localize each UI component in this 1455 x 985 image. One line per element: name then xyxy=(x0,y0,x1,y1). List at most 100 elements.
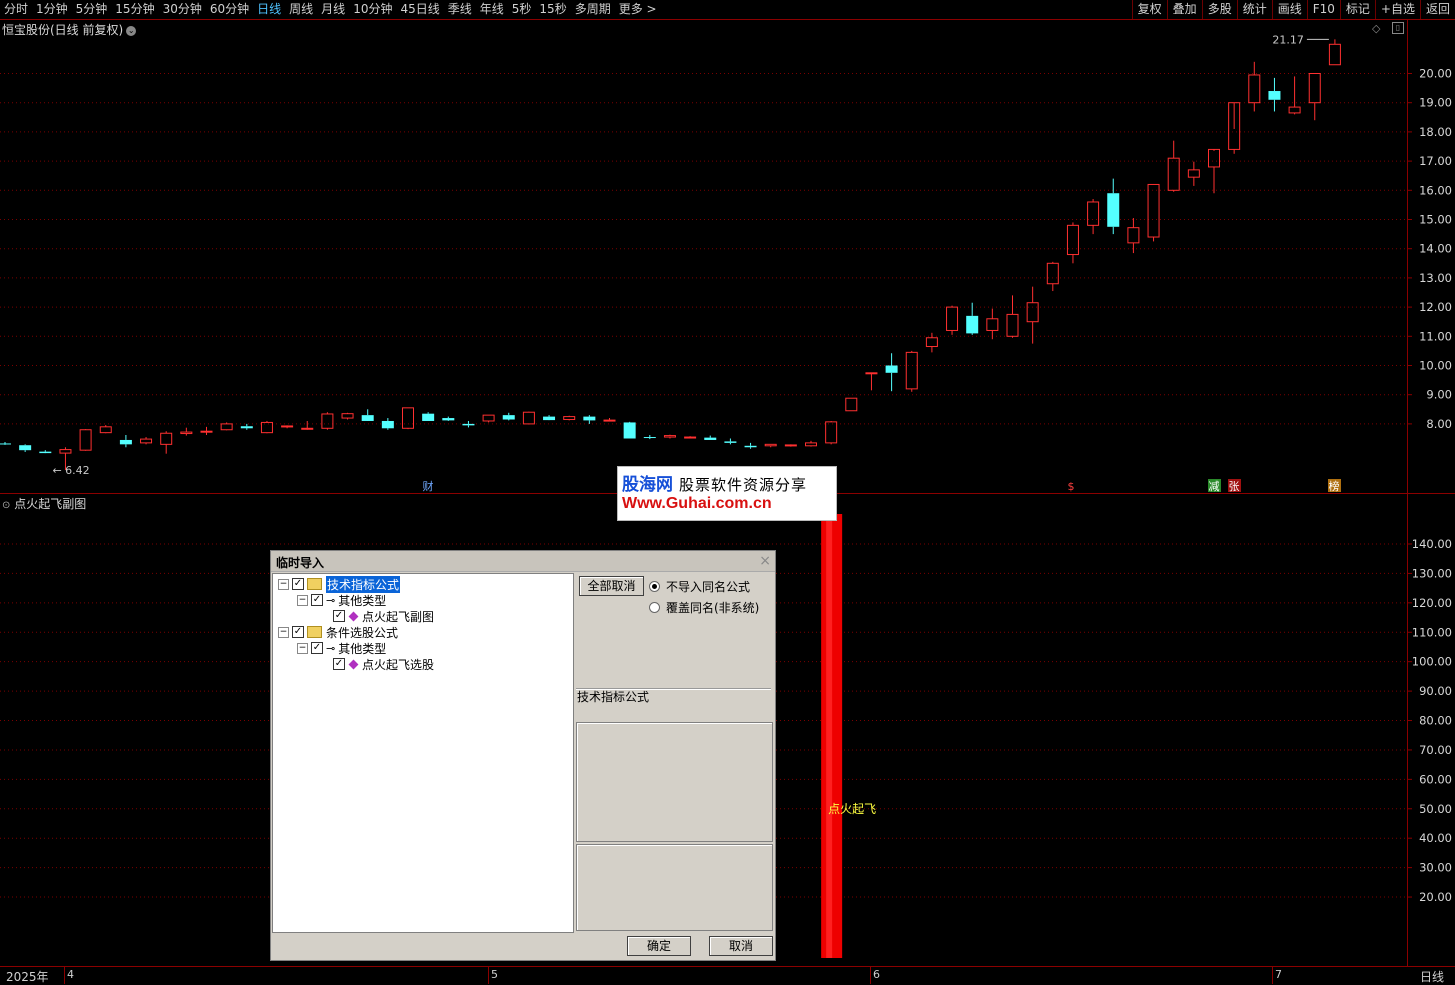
tab-period-7[interactable]: 周线 xyxy=(285,0,317,19)
tree-node-selection-formulas[interactable]: − ✓ 条件选股公式 xyxy=(278,624,398,640)
event-marker-4: 榜 xyxy=(1329,479,1340,493)
tab-period-10[interactable]: 45日线 xyxy=(396,0,443,19)
tab-period-14[interactable]: 15秒 xyxy=(535,0,570,19)
toolbar-button-2[interactable]: 多股 xyxy=(1201,0,1237,19)
candle-body-up xyxy=(1248,74,1261,104)
candle-body-up xyxy=(603,419,616,422)
tab-period-2[interactable]: 5分钟 xyxy=(72,0,112,19)
signal-label: 点火起飞 xyxy=(828,802,876,816)
candle-body-up xyxy=(402,407,414,429)
y-axis-label: 15.00 xyxy=(1419,213,1452,227)
close-icon[interactable]: × xyxy=(759,553,771,569)
checkbox[interactable]: ✓ xyxy=(333,610,345,622)
candle-body-up xyxy=(522,411,535,425)
period-indicator[interactable]: 日线 xyxy=(1420,968,1444,985)
y-axis-label: 13.00 xyxy=(1419,271,1452,285)
tab-period-15[interactable]: 多周期 xyxy=(571,0,615,19)
checkbox[interactable]: ✓ xyxy=(292,578,304,590)
candle-body-up xyxy=(1288,106,1301,114)
tab-period-0[interactable]: 分时 xyxy=(0,0,32,19)
toolbar-button-4[interactable]: 画线 xyxy=(1271,0,1307,19)
collapse-icon[interactable]: − xyxy=(297,642,308,654)
checkbox[interactable]: ✓ xyxy=(333,658,345,670)
toolbar-button-3[interactable]: 统计 xyxy=(1236,0,1272,19)
tree-node-formula-selection[interactable]: ✓ 点火起飞选股 xyxy=(333,656,434,672)
tab-period-6[interactable]: 日线 xyxy=(253,0,285,19)
y-axis-label: 14.00 xyxy=(1419,242,1452,256)
tree-node-other-type[interactable]: − ✓ ⊸ 其他类型 xyxy=(297,640,386,656)
candle-body-down xyxy=(724,441,737,443)
tab-period-13[interactable]: 5秒 xyxy=(508,0,536,19)
y-axis-label: 100.00 xyxy=(1412,655,1452,669)
candlestick-chart[interactable]: 20.00 19.00 18.00 17.00 16.00 15.00 14.00 13.00… xyxy=(0,19,1455,494)
toolbar-button-8[interactable]: 返回 xyxy=(1419,0,1455,19)
tab-period-1[interactable]: 1分钟 xyxy=(32,0,72,19)
radio-selected-icon[interactable] xyxy=(649,581,660,592)
tree-node-label: 点火起飞副图 xyxy=(362,609,435,624)
candle-body-up xyxy=(1026,302,1039,323)
dialog-titlebar[interactable]: 临时导入 × xyxy=(271,551,775,572)
x-axis-month-6: 6 xyxy=(873,968,880,981)
ok-button[interactable]: 确定 xyxy=(627,936,691,956)
collapse-icon[interactable]: − xyxy=(297,594,308,606)
tab-period-8[interactable]: 月线 xyxy=(317,0,349,19)
y-axis-label: 130.00 xyxy=(1412,566,1452,580)
event-marker-1: $ xyxy=(1068,480,1075,493)
checkbox[interactable]: ✓ xyxy=(292,626,304,638)
collapse-icon[interactable]: − xyxy=(278,626,289,638)
cancel-button[interactable]: 取消 xyxy=(709,936,773,956)
x-axis: 2025年 4 5 6 7 日线 xyxy=(0,966,1455,984)
toolbar-button-1[interactable]: 叠加 xyxy=(1166,0,1202,19)
x-axis-tick xyxy=(1272,967,1273,984)
y-axis-label: 19.00 xyxy=(1419,96,1452,110)
collapse-icon[interactable]: − xyxy=(278,578,289,590)
tab-period-3[interactable]: 15分钟 xyxy=(111,0,158,19)
key-icon: ⊸ xyxy=(326,593,336,607)
candle-body-up xyxy=(663,435,676,438)
y-axis-label: 9.00 xyxy=(1426,388,1452,402)
radio-icon[interactable] xyxy=(649,602,660,613)
toolbar-button-7[interactable]: +自选 xyxy=(1374,0,1420,19)
toolbar-button-0[interactable]: 复权 xyxy=(1131,0,1167,19)
y-axis-label: 140.00 xyxy=(1412,537,1452,551)
x-axis-month-7: 7 xyxy=(1275,968,1282,981)
tab-period-12[interactable]: 年线 xyxy=(476,0,508,19)
y-axis-label: 70.00 xyxy=(1419,743,1452,757)
x-axis-tick xyxy=(488,967,489,984)
candle-body-down xyxy=(744,445,757,448)
cancel-all-button[interactable]: 全部取消 xyxy=(579,576,644,596)
tab-period-11[interactable]: 季线 xyxy=(444,0,476,19)
toolbar-button-6[interactable]: 标记 xyxy=(1339,0,1375,19)
tree-node-formula-subchart[interactable]: ✓ 点火起飞副图 xyxy=(333,608,434,624)
candle-body-up xyxy=(805,442,817,447)
tab-period-9[interactable]: 10分钟 xyxy=(349,0,396,19)
checkbox[interactable]: ✓ xyxy=(311,594,323,606)
tab-period-5[interactable]: 60分钟 xyxy=(206,0,253,19)
tab-period-16[interactable]: 更多 > xyxy=(615,0,661,19)
y-axis-label: 120.00 xyxy=(1412,596,1452,610)
candle-body-up xyxy=(341,413,354,419)
candle-body-up xyxy=(1208,148,1220,168)
radio-overwrite[interactable]: 覆盖同名(非系统) xyxy=(649,599,759,616)
candle-body-down xyxy=(422,413,435,421)
candle-body-up xyxy=(1167,157,1180,191)
tree-node-tech-formulas[interactable]: − ✓ 技术指标公式 xyxy=(278,575,401,593)
tab-period-4[interactable]: 30分钟 xyxy=(159,0,206,19)
toolbar-button-5[interactable]: F10 xyxy=(1306,0,1340,19)
event-marker-2: 减 xyxy=(1209,480,1220,493)
candle-body-down xyxy=(704,437,717,440)
candle-body-up xyxy=(1006,313,1019,337)
tree-node-other-type[interactable]: − ✓ ⊸ 其他类型 xyxy=(297,592,386,608)
info-panel xyxy=(576,722,773,842)
candle-body-down xyxy=(381,420,394,429)
candle-body-up xyxy=(321,413,334,429)
candle-body-up xyxy=(845,397,858,412)
candle-body-down xyxy=(462,423,475,426)
candle-body-down xyxy=(0,443,11,445)
radio-label: 覆盖同名(非系统) xyxy=(666,601,760,615)
radio-no-import[interactable]: 不导入同名公式 xyxy=(649,578,750,595)
x-axis-year-cell: 2025年 xyxy=(0,967,65,984)
checkbox[interactable]: ✓ xyxy=(311,642,323,654)
y-axis-label: 17.00 xyxy=(1419,154,1452,168)
formula-tree: − ✓ 技术指标公式 − ✓ ⊸ 其他类型 ✓ 点火起飞副图 − ✓ 条件选股公式 − ✓ ⊸ 其他类… xyxy=(272,573,574,933)
